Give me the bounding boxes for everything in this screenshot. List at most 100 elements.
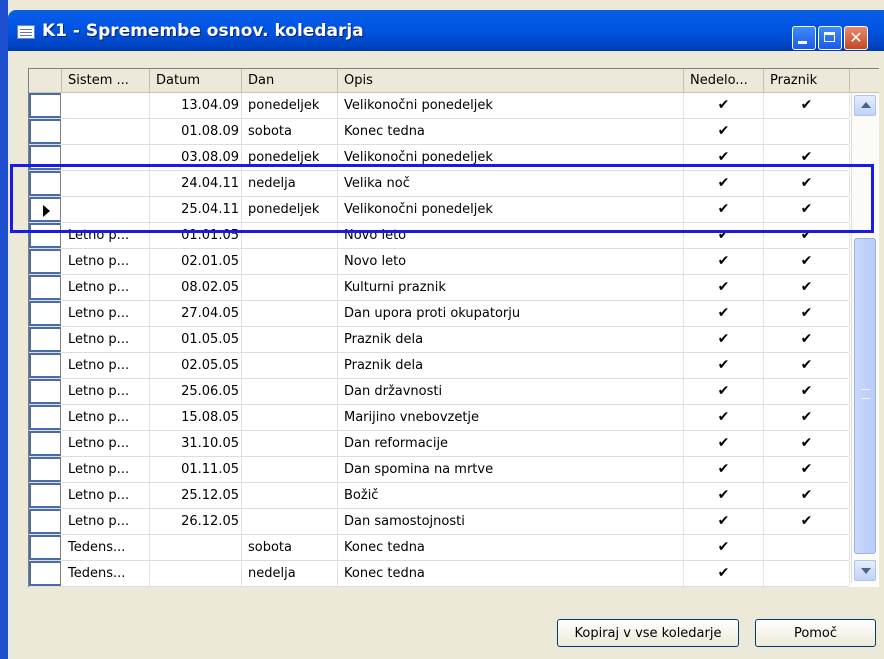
cell-opis[interactable]: Božič (338, 483, 684, 508)
row-selector[interactable] (29, 275, 61, 300)
cell-nedelo[interactable]: ✔ (684, 171, 764, 196)
cell-sistem[interactable]: Letno p... (62, 405, 150, 430)
cell-opis[interactable]: Dan spomina na mrtve (338, 457, 684, 482)
cell-nedelo[interactable]: ✔ (684, 327, 764, 352)
cell-dan[interactable] (242, 353, 338, 378)
minimize-icon[interactable] (792, 26, 816, 50)
cell-nedelo[interactable]: ✔ (684, 119, 764, 144)
cell-datum[interactable]: 01.01.05 (150, 223, 242, 248)
cell-nedelo[interactable]: ✔ (684, 223, 764, 248)
cell-sistem[interactable] (62, 171, 150, 196)
cell-nedelo[interactable]: ✔ (684, 483, 764, 508)
cell-praznik[interactable]: ✔ (764, 509, 850, 534)
cell-praznik[interactable]: ✔ (764, 431, 850, 456)
cell-datum[interactable]: 01.11.05 (150, 457, 242, 482)
cell-sistem[interactable]: Letno p... (62, 223, 150, 248)
cell-dan[interactable]: sobota (242, 119, 338, 144)
table-row[interactable]: Letno p... 02.05.05 Praznik dela ✔ ✔ (29, 353, 850, 379)
cell-nedelo[interactable]: ✔ (684, 561, 764, 586)
table-row[interactable]: Letno p... 25.06.05 Dan državnosti ✔ ✔ (29, 379, 850, 405)
cell-dan[interactable] (242, 405, 338, 430)
cell-sistem[interactable]: Letno p... (62, 353, 150, 378)
cell-datum[interactable] (150, 561, 242, 586)
cell-opis[interactable]: Dan upora proti okupatorju (338, 301, 684, 326)
cell-datum[interactable]: 26.12.05 (150, 509, 242, 534)
row-selector[interactable] (29, 171, 61, 196)
cell-nedelo[interactable]: ✔ (684, 509, 764, 534)
row-selector[interactable] (29, 353, 61, 378)
cell-opis[interactable]: Dan reformacije (338, 431, 684, 456)
cell-datum[interactable]: 25.12.05 (150, 483, 242, 508)
cell-sistem[interactable] (62, 119, 150, 144)
cell-nedelo[interactable]: ✔ (684, 405, 764, 430)
cell-opis[interactable]: Velikonočni ponedeljek (338, 145, 684, 170)
table-row[interactable]: Letno p... 01.01.05 Novo leto ✔ ✔ (29, 223, 850, 249)
table-row[interactable]: Letno p... 25.12.05 Božič ✔ ✔ (29, 483, 850, 509)
row-selector[interactable] (29, 483, 61, 508)
row-selector[interactable] (29, 249, 61, 274)
cell-dan[interactable] (242, 301, 338, 326)
cell-praznik[interactable] (764, 535, 850, 560)
cell-dan[interactable]: ponedeljek (242, 93, 338, 118)
cell-datum[interactable]: 01.08.09 (150, 119, 242, 144)
close-icon[interactable]: ✕ (844, 26, 868, 50)
cell-datum[interactable]: 25.06.05 (150, 379, 242, 404)
cell-sistem[interactable]: Letno p... (62, 327, 150, 352)
cell-sistem[interactable]: Tedens... (62, 561, 150, 586)
row-selector[interactable] (29, 197, 61, 222)
table-row[interactable]: Letno p... 15.08.05 Marijino vnebovzetje ✔ ✔ (29, 405, 850, 431)
cell-dan[interactable] (242, 483, 338, 508)
header-opis[interactable]: Opis (338, 69, 684, 92)
cell-sistem[interactable]: Letno p... (62, 379, 150, 404)
row-selector[interactable] (29, 327, 61, 352)
table-row[interactable]: Tedens... sobota Konec tedna ✔ (29, 535, 850, 561)
cell-praznik[interactable]: ✔ (764, 171, 850, 196)
cell-sistem[interactable] (62, 197, 150, 222)
row-selector[interactable] (29, 119, 61, 144)
cell-opis[interactable]: Novo leto (338, 249, 684, 274)
table-row[interactable]: Tedens... nedelja Konec tedna ✔ (29, 561, 850, 587)
cell-dan[interactable] (242, 275, 338, 300)
cell-dan[interactable]: nedelja (242, 561, 338, 586)
cell-dan[interactable] (242, 457, 338, 482)
scroll-down-icon[interactable] (854, 560, 876, 581)
cell-dan[interactable]: sobota (242, 535, 338, 560)
cell-sistem[interactable]: Letno p... (62, 249, 150, 274)
scroll-thumb[interactable] (854, 238, 876, 554)
header-sistem[interactable]: Sistem ... (62, 69, 150, 92)
table-row[interactable]: 25.04.11 ponedeljek Velikonočni ponedeljek… (29, 197, 850, 223)
cell-praznik[interactable]: ✔ (764, 145, 850, 170)
cell-dan[interactable] (242, 379, 338, 404)
cell-praznik[interactable]: ✔ (764, 93, 850, 118)
cell-praznik[interactable]: ✔ (764, 379, 850, 404)
header-nedelo[interactable]: Nedelo... (684, 69, 764, 92)
cell-dan[interactable] (242, 223, 338, 248)
cell-datum[interactable]: 25.04.11 (150, 197, 242, 222)
cell-praznik[interactable]: ✔ (764, 353, 850, 378)
cell-dan[interactable] (242, 327, 338, 352)
cell-praznik[interactable]: ✔ (764, 457, 850, 482)
copy-to-all-calendars-button[interactable]: Kopiraj v vse koledarje (557, 619, 739, 647)
cell-opis[interactable]: Velika noč (338, 171, 684, 196)
cell-datum[interactable]: 31.10.05 (150, 431, 242, 456)
cell-sistem[interactable]: Letno p... (62, 301, 150, 326)
cell-nedelo[interactable]: ✔ (684, 249, 764, 274)
table-row[interactable]: Letno p... 02.01.05 Novo leto ✔ ✔ (29, 249, 850, 275)
cell-datum[interactable]: 27.04.05 (150, 301, 242, 326)
cell-praznik[interactable]: ✔ (764, 405, 850, 430)
cell-datum[interactable] (150, 535, 242, 560)
cell-praznik[interactable]: ✔ (764, 249, 850, 274)
vertical-scrollbar[interactable] (851, 93, 878, 583)
title-bar[interactable]: K1 - Spremembe osnov. koledarja ✕ (8, 10, 884, 51)
cell-sistem[interactable]: Letno p... (62, 431, 150, 456)
table-row[interactable]: Letno p... 31.10.05 Dan reformacije ✔ ✔ (29, 431, 850, 457)
cell-datum[interactable]: 02.05.05 (150, 353, 242, 378)
row-selector[interactable] (29, 405, 61, 430)
cell-praznik[interactable]: ✔ (764, 197, 850, 222)
row-selector[interactable] (29, 301, 61, 326)
header-selector[interactable] (29, 69, 62, 92)
scroll-up-icon[interactable] (854, 95, 876, 116)
cell-sistem[interactable]: Letno p... (62, 483, 150, 508)
cell-sistem[interactable] (62, 145, 150, 170)
cell-datum[interactable]: 01.05.05 (150, 327, 242, 352)
